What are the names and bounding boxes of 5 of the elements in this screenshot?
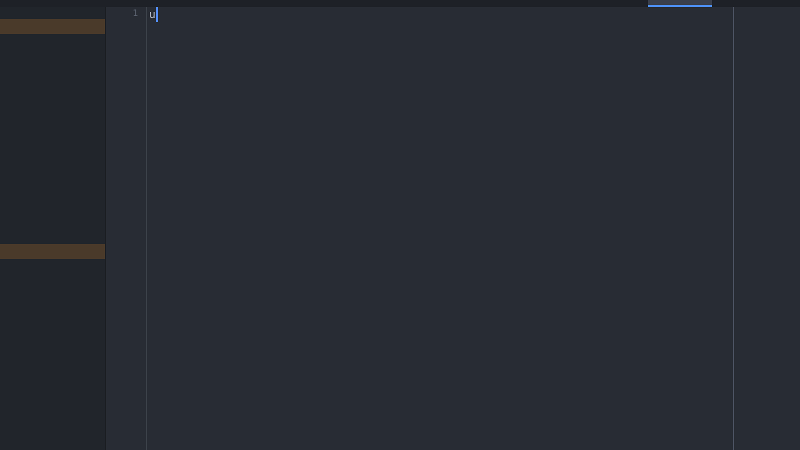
editor-tab[interactable] (648, 0, 712, 7)
highlighted-row[interactable] (0, 244, 105, 259)
highlighted-row[interactable] (0, 19, 105, 34)
code-text: u (149, 7, 158, 22)
line-number: 1 (132, 8, 139, 21)
